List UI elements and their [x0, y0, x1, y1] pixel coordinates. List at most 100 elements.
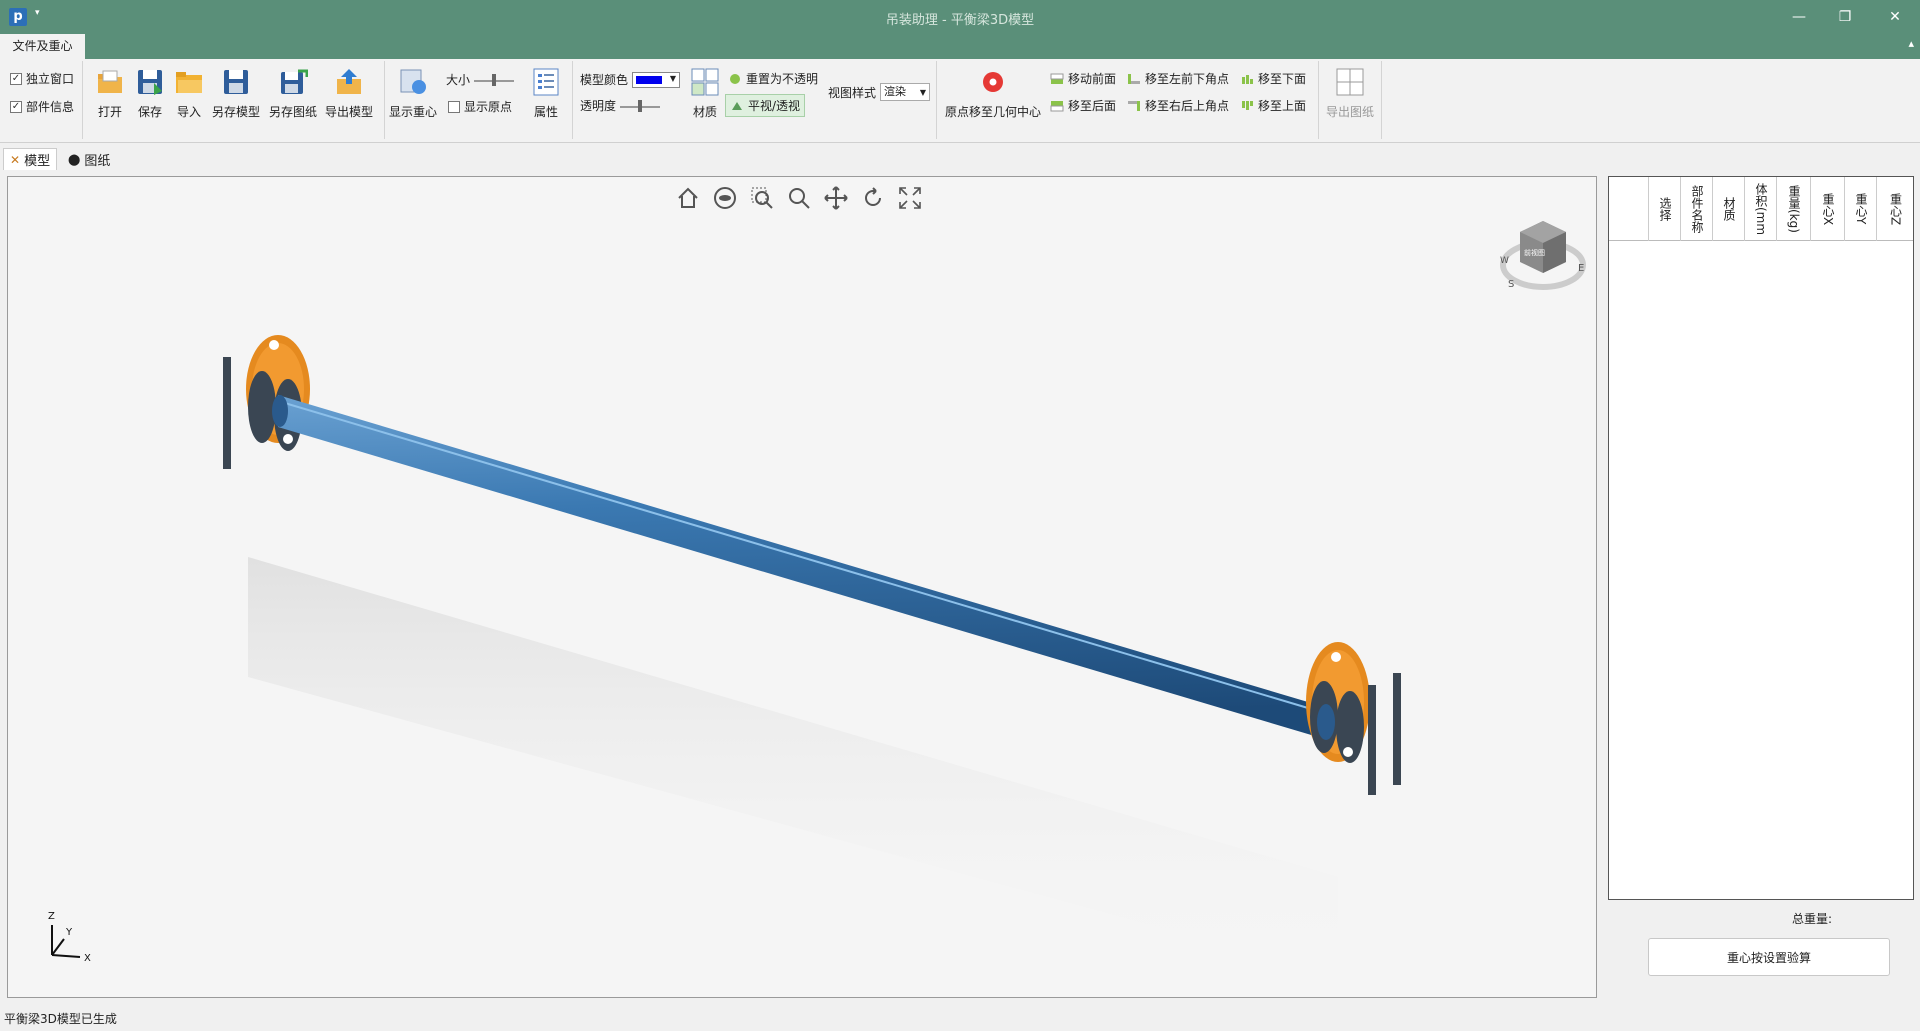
- origin-target-icon: [978, 67, 1008, 97]
- view-icon[interactable]: [712, 185, 738, 211]
- tab-file-cog[interactable]: 文件及重心: [0, 34, 85, 59]
- beam-left-end: [272, 395, 288, 427]
- independent-window-checkbox[interactable]: ✓ 独立窗口: [10, 70, 74, 87]
- beam-right-end: [1317, 704, 1335, 740]
- properties-icon: [531, 67, 561, 97]
- total-weight-label: 总重量:: [1792, 912, 1833, 926]
- rotate-icon[interactable]: [860, 185, 886, 211]
- material-button[interactable]: 材质: [683, 67, 727, 120]
- save-model-as-button[interactable]: 另存模型: [212, 67, 260, 120]
- align-bottom-icon: [1240, 73, 1254, 85]
- col-volume[interactable]: 体积(mm: [1745, 177, 1777, 241]
- restore-icon[interactable]: ❐: [1822, 0, 1868, 34]
- save-as-icon: [221, 67, 251, 97]
- view-style-control: 视图样式 渲染 ▼: [828, 83, 931, 101]
- compass-e: E: [1578, 263, 1584, 274]
- move-front-icon: [1050, 73, 1064, 85]
- axis-z-label: Z: [48, 911, 55, 922]
- beam-model-scene[interactable]: [8, 177, 1597, 998]
- navigation-cube[interactable]: 前视图 S E W: [1498, 207, 1588, 297]
- ribbon-divider: [572, 61, 573, 139]
- cube-face-label: 前视图: [1524, 248, 1545, 257]
- zoom-icon[interactable]: [786, 185, 812, 211]
- col-cog-y[interactable]: 重心Y: [1845, 177, 1877, 241]
- transparency-slider[interactable]: [620, 99, 661, 112]
- move-right-back-top-button[interactable]: 移至右后上角点: [1127, 97, 1229, 114]
- view-style-select[interactable]: 渲染 ▼: [880, 83, 931, 101]
- fit-screen-icon[interactable]: [897, 185, 923, 211]
- size-slider[interactable]: [474, 73, 515, 86]
- model-color-control: 模型颜色 ▼: [580, 71, 681, 88]
- row-header-cell: [1609, 177, 1649, 241]
- cog-check-button[interactable]: 重心按设置验算: [1648, 938, 1890, 976]
- title-bar: p ▾ 吊装助理 - 平衡梁3D模型 — ❐ ✕: [0, 0, 1920, 34]
- home-icon[interactable]: [675, 185, 701, 211]
- ribbon-divider: [82, 61, 83, 139]
- axis-x-label: X: [84, 953, 91, 964]
- properties-button[interactable]: 属性: [524, 67, 568, 120]
- ribbon-divider: [936, 61, 937, 139]
- axis-y-label: Y: [65, 927, 73, 938]
- model-color-picker[interactable]: ▼: [632, 71, 681, 88]
- save-drawing-as-button[interactable]: 另存图纸: [269, 67, 317, 120]
- tab-drawing[interactable]: ⬤ 图纸: [62, 148, 116, 170]
- status-bar: 平衡梁3D模型已生成: [0, 1008, 1920, 1031]
- left-ring-1: [248, 371, 276, 443]
- floor-reflection: [248, 557, 1338, 977]
- col-material[interactable]: 材质: [1713, 177, 1745, 241]
- left-lug-hole: [269, 340, 279, 350]
- corner-icon: [1127, 100, 1141, 112]
- save-icon: [135, 67, 165, 97]
- compass-w: W: [1500, 256, 1509, 266]
- tab-model[interactable]: ✕ 模型: [3, 148, 58, 170]
- export-model-button[interactable]: 导出模型: [325, 67, 373, 120]
- col-part-name[interactable]: 部件名称: [1681, 177, 1713, 241]
- show-origin-checkbox[interactable]: 显示原点: [448, 98, 512, 115]
- move-top-button[interactable]: 移至上面: [1240, 97, 1306, 114]
- material-icon: [690, 67, 720, 97]
- view-toolbar: [675, 185, 923, 211]
- part-info-checkbox[interactable]: ✓ 部件信息: [10, 98, 74, 115]
- center-of-gravity-icon: [398, 67, 428, 97]
- move-front-button[interactable]: 移动前面: [1050, 70, 1116, 87]
- ribbon-collapse-icon[interactable]: ▴: [1908, 37, 1914, 50]
- perspective-icon: [730, 100, 744, 112]
- parts-table[interactable]: 选择 部件名称 材质 体积(mm 重量(kg) 重心X 重心Y 重心Z: [1608, 176, 1914, 900]
- export-drawing-icon: [1335, 67, 1365, 97]
- transparency-control: 透明度: [580, 97, 661, 114]
- document-tabs: ✕ 模型 ⬤ 图纸: [0, 145, 1920, 172]
- left-lug-hole: [283, 434, 293, 444]
- reset-opaque-button[interactable]: 重置为不透明: [728, 70, 818, 87]
- zoom-window-icon[interactable]: [749, 185, 775, 211]
- pan-icon[interactable]: [823, 185, 849, 211]
- col-cog-z[interactable]: 重心Z: [1877, 177, 1913, 241]
- import-folder-icon: [174, 67, 204, 97]
- export-drawing-button[interactable]: 导出图纸: [1326, 67, 1374, 120]
- ribbon-divider: [384, 61, 385, 139]
- move-back-icon: [1050, 100, 1064, 112]
- col-cog-x[interactable]: 重心X: [1811, 177, 1845, 241]
- move-left-front-bottom-button[interactable]: 移至左前下角点: [1127, 70, 1229, 87]
- origin-to-center-button[interactable]: 原点移至几何中心: [945, 67, 1041, 120]
- ribbon-divider: [1381, 61, 1382, 139]
- save-drawing-icon: [278, 67, 309, 97]
- move-bottom-button[interactable]: 移至下面: [1240, 70, 1306, 87]
- corner-icon: [1127, 73, 1141, 85]
- checkbox-check-icon: ✓: [10, 72, 22, 85]
- checkbox-check-icon: ✓: [10, 100, 22, 113]
- col-weight[interactable]: 重量(kg): [1777, 177, 1811, 241]
- axis-triad: Z Y X: [48, 911, 91, 964]
- left-end-plate: [223, 357, 231, 469]
- close-icon[interactable]: ✕: [1872, 0, 1918, 34]
- right-lug-hole: [1343, 747, 1353, 757]
- parts-table-header: 选择 部件名称 材质 体积(mm 重量(kg) 重心X 重心Y 重心Z: [1609, 177, 1913, 241]
- col-select[interactable]: 选择: [1649, 177, 1681, 241]
- 3d-viewport[interactable]: 前视图 S E W Z Y X: [7, 176, 1597, 998]
- show-cog-button[interactable]: 显示重心: [389, 67, 437, 120]
- ortho-perspective-button[interactable]: 平视/透视: [725, 94, 806, 117]
- minimize-icon[interactable]: —: [1776, 0, 1822, 34]
- dropdown-arrow-icon: ▼: [919, 88, 927, 97]
- move-back-button[interactable]: 移至后面: [1050, 97, 1116, 114]
- open-folder-icon: [95, 67, 125, 97]
- size-control: 大小: [446, 71, 515, 88]
